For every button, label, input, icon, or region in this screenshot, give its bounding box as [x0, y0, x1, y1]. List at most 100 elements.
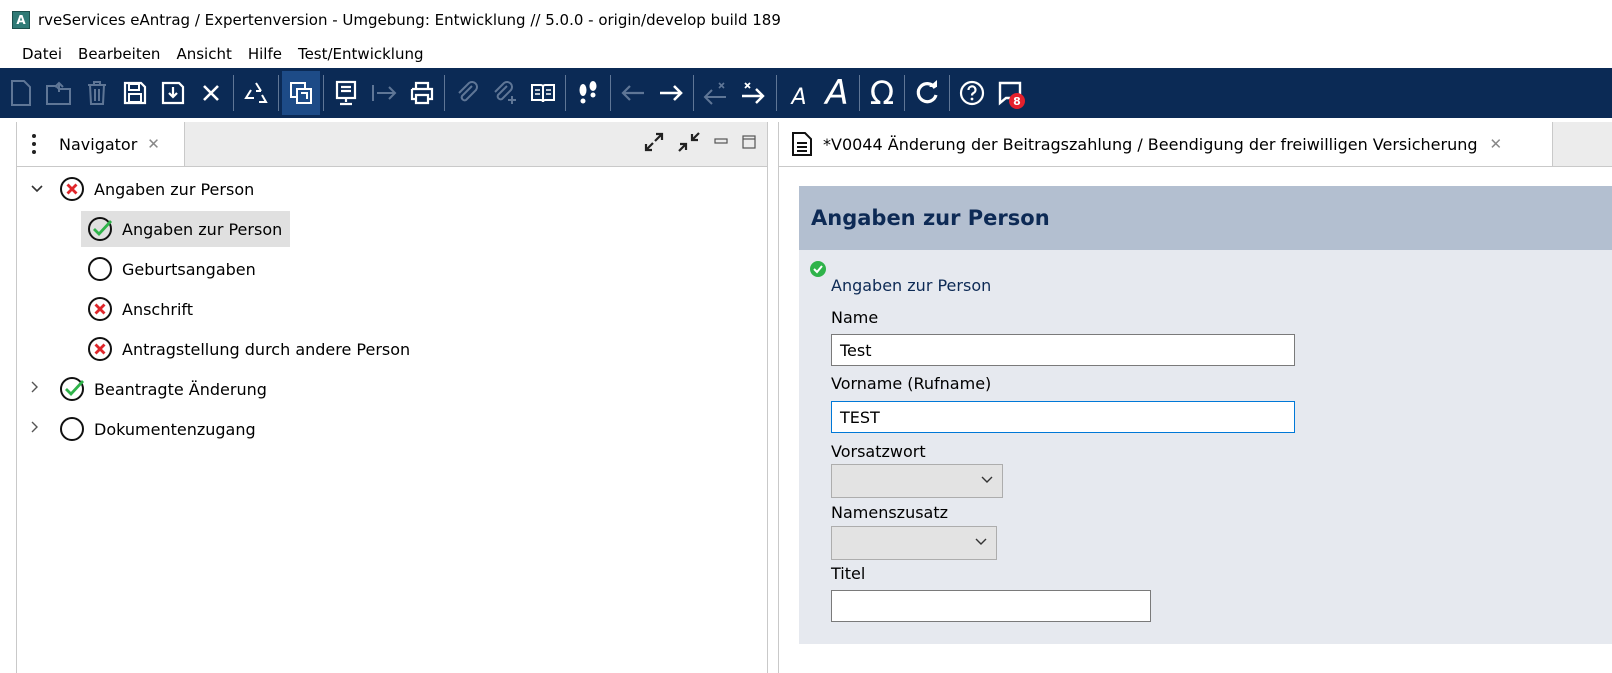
- navigator-tab-label: Navigator: [59, 134, 138, 154]
- trash-icon[interactable]: [78, 71, 116, 115]
- toolbar-separator: [565, 75, 566, 111]
- tree-node[interactable]: Anschrift: [87, 291, 201, 327]
- toolbar-separator: [904, 75, 905, 111]
- tree-node-label: Anschrift: [122, 299, 194, 319]
- chevron-down-icon: [981, 476, 993, 483]
- font-small-icon[interactable]: A: [780, 71, 818, 115]
- titel-label: Titel: [831, 564, 866, 583]
- refresh-icon[interactable]: [908, 71, 946, 115]
- arrow-right-x-icon[interactable]: [735, 71, 773, 115]
- titel-input[interactable]: [831, 590, 1151, 622]
- navigator-header: Navigator ✕: [17, 122, 767, 167]
- close-tab-icon[interactable]: ✕: [1490, 135, 1503, 153]
- chevron-down-icon: [975, 538, 987, 545]
- tree-node[interactable]: Angaben zur Person: [31, 171, 262, 207]
- section-title: Angaben zur Person: [799, 186, 1612, 250]
- messages-icon[interactable]: 8: [991, 71, 1029, 115]
- menu-datei[interactable]: Datei: [0, 45, 70, 63]
- tree-node-selected[interactable]: Angaben zur Person: [81, 211, 291, 247]
- title-bar: A rveServices eAntrag / Expertenversion …: [0, 0, 1612, 40]
- toolbar-separator: [949, 75, 950, 111]
- arrow-right-icon[interactable]: [652, 71, 690, 115]
- form-area: Angaben zur Person Angaben zur Person Na…: [799, 186, 1612, 644]
- namenszusatz-label: Namenszusatz: [831, 503, 949, 522]
- notification-badge: 8: [1009, 93, 1025, 109]
- tree-node-label: Dokumentenzugang: [94, 419, 256, 439]
- tree-node-label: Geburtsangaben: [122, 259, 256, 279]
- error-status-icon: [88, 337, 112, 361]
- book-icon[interactable]: [524, 71, 562, 115]
- open-folder-icon[interactable]: [40, 71, 78, 115]
- arrow-left-x-icon[interactable]: [697, 71, 735, 115]
- view-menu-icon[interactable]: [25, 132, 43, 156]
- empty-status-icon: [88, 257, 112, 281]
- tree-node[interactable]: Dokumentenzugang: [31, 411, 264, 447]
- omega-icon[interactable]: Ω: [863, 71, 901, 115]
- send-arrow-icon[interactable]: [365, 71, 403, 115]
- maximize-icon[interactable]: [741, 134, 757, 155]
- window-title: rveServices eAntrag / Expertenversion - …: [38, 11, 781, 29]
- menu-test-entwicklung[interactable]: Test/Entwicklung: [290, 45, 432, 63]
- vorsatzwort-label: Vorsatzwort: [831, 442, 926, 461]
- window-copy-icon[interactable]: [282, 71, 320, 115]
- close-tab-icon[interactable]: ✕: [147, 135, 160, 153]
- chevron-right-icon[interactable]: [31, 421, 59, 437]
- collapse-all-icon[interactable]: [677, 131, 701, 158]
- toolbar-separator: [610, 75, 611, 111]
- minimize-icon[interactable]: [713, 134, 729, 155]
- recycle-icon[interactable]: [237, 71, 275, 115]
- namenszusatz-select[interactable]: [831, 526, 997, 560]
- editor-tab[interactable]: *V0044 Änderung der Beitragszahlung / Be…: [779, 122, 1553, 166]
- panel-controls: [643, 122, 757, 166]
- close-x-icon[interactable]: [192, 71, 230, 115]
- monitor-icon[interactable]: [327, 71, 365, 115]
- name-label: Name: [831, 308, 879, 327]
- attachment-icon[interactable]: [448, 71, 486, 115]
- error-status-icon: [60, 177, 84, 201]
- app-icon: A: [12, 11, 30, 29]
- toolbar-separator: [776, 75, 777, 111]
- expand-all-icon[interactable]: [643, 131, 665, 158]
- arrow-left-icon[interactable]: [614, 71, 652, 115]
- tree-node-label: Antragstellung durch andere Person: [122, 339, 411, 359]
- toolbar: A A Ω 8: [0, 68, 1612, 118]
- navigator-tab[interactable]: Navigator ✕: [17, 122, 185, 166]
- navigator-panel: Navigator ✕ Angaben zur Person Angaben z…: [16, 122, 768, 673]
- tree-node[interactable]: Beantragte Änderung: [31, 371, 275, 407]
- footsteps-icon[interactable]: [569, 71, 607, 115]
- menu-hilfe[interactable]: Hilfe: [240, 45, 290, 63]
- tree-node-label: Angaben zur Person: [94, 179, 255, 199]
- toolbar-separator: [444, 75, 445, 111]
- menu-bearbeiten[interactable]: Bearbeiten: [70, 45, 168, 63]
- printer-icon[interactable]: [403, 71, 441, 115]
- tree-node-label: Angaben zur Person: [122, 219, 283, 239]
- new-document-icon[interactable]: [2, 71, 40, 115]
- chevron-right-icon[interactable]: [31, 381, 59, 397]
- subsection-title: Angaben zur Person: [831, 276, 992, 295]
- editor-tab-label: *V0044 Änderung der Beitragszahlung / Be…: [823, 134, 1478, 154]
- font-large-icon[interactable]: A: [818, 71, 856, 115]
- error-status-icon: [88, 297, 112, 321]
- toolbar-separator: [233, 75, 234, 111]
- toolbar-separator: [323, 75, 324, 111]
- attachment-add-icon[interactable]: [486, 71, 524, 115]
- tree-node-label: Beantragte Änderung: [94, 379, 267, 399]
- save-as-icon[interactable]: [154, 71, 192, 115]
- vorsatzwort-select[interactable]: [831, 464, 1003, 498]
- chevron-down-icon[interactable]: [31, 181, 59, 197]
- editor-header: *V0044 Änderung der Beitragszahlung / Be…: [779, 122, 1612, 167]
- tree-node[interactable]: Geburtsangaben: [87, 251, 264, 287]
- check-status-icon: [88, 217, 113, 241]
- help-icon[interactable]: [953, 71, 991, 115]
- toolbar-separator: [278, 75, 279, 111]
- vorname-label: Vorname (Rufname): [831, 374, 992, 393]
- menu-ansicht[interactable]: Ansicht: [168, 45, 239, 63]
- check-status-icon: [60, 377, 85, 401]
- name-input[interactable]: Test: [831, 334, 1295, 366]
- menu-bar: Datei Bearbeiten Ansicht Hilfe Test/Entw…: [0, 40, 1612, 68]
- toolbar-separator: [859, 75, 860, 111]
- save-icon[interactable]: [116, 71, 154, 115]
- document-icon: [792, 132, 812, 156]
- vorname-input[interactable]: TEST: [831, 401, 1295, 433]
- tree-node[interactable]: Antragstellung durch andere Person: [87, 331, 418, 367]
